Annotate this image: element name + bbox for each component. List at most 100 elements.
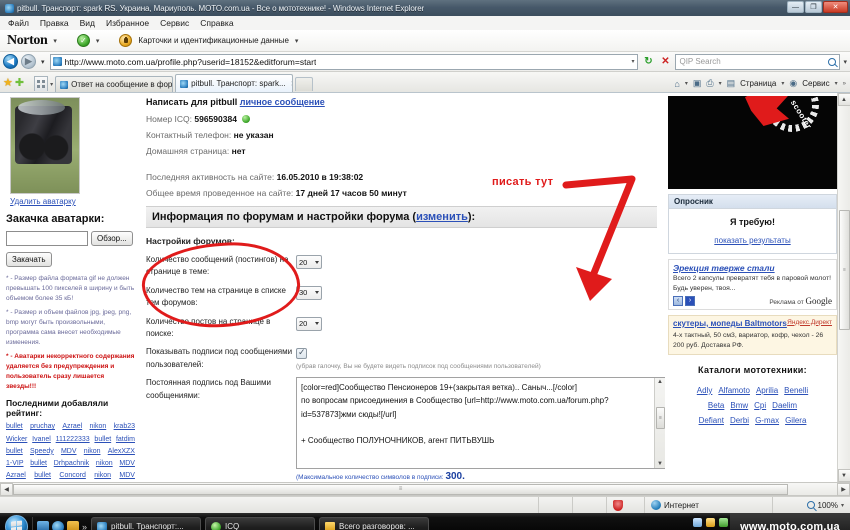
page-menu-icon[interactable]: ▤ bbox=[727, 78, 736, 89]
print-icon[interactable]: ⎙ bbox=[706, 78, 713, 89]
add-favorite-icon[interactable]: ✚ bbox=[15, 76, 24, 89]
quick-tabs-icon[interactable] bbox=[34, 76, 49, 91]
search-input[interactable]: QIP Search bbox=[675, 53, 841, 70]
personal-message-link[interactable]: личное сообщение bbox=[240, 97, 325, 107]
error-icon[interactable] bbox=[613, 499, 623, 511]
quicklaunch-folder-icon[interactable] bbox=[67, 520, 79, 530]
catalog-link[interactable]: Bmw bbox=[730, 398, 748, 413]
home-icon[interactable]: ⌂ bbox=[674, 79, 679, 89]
menu-item-view[interactable]: Вид bbox=[80, 18, 95, 28]
delete-avatar-link[interactable]: Удалить аватарку bbox=[10, 197, 135, 206]
yandex-direct-label[interactable]: Яндекс.Директ bbox=[787, 319, 832, 326]
rating-user-link[interactable]: MDV bbox=[119, 458, 135, 470]
menu-item-favorites[interactable]: Избранное bbox=[106, 18, 149, 28]
page-horizontal-scrollbar[interactable]: ◀ ≡ ▶ bbox=[0, 482, 850, 496]
quicklaunch-overflow-icon[interactable]: » bbox=[82, 522, 87, 530]
history-dropdown-caret[interactable]: ▾ bbox=[39, 58, 47, 66]
horizontal-scroll-thumb[interactable]: ≡ bbox=[13, 483, 788, 495]
rating-user-link[interactable]: 111222333 bbox=[56, 434, 90, 446]
page-vertical-scrollbar[interactable]: ▲ ≡ ▼ bbox=[837, 93, 850, 482]
rating-user-link[interactable]: bullet bbox=[6, 446, 23, 458]
yandex-ad-title[interactable]: скутеры, мопеды Baltmotors bbox=[673, 319, 787, 329]
tools-menu-caret[interactable]: ▾ bbox=[835, 80, 838, 87]
rating-user-link[interactable]: MDV bbox=[61, 446, 77, 458]
tray-icon-volume[interactable] bbox=[706, 518, 715, 527]
browse-button[interactable]: Обзор... bbox=[91, 231, 133, 246]
menu-item-tools[interactable]: Сервис bbox=[160, 18, 189, 28]
catalog-link[interactable]: Alfamoto bbox=[718, 383, 750, 398]
tab-reply-forum[interactable]: Ответ на сообщение в фор... bbox=[55, 76, 174, 92]
rating-user-link[interactable]: nikon bbox=[90, 421, 107, 433]
url-input[interactable]: http://www.moto.com.ua/profile.php?useri… bbox=[49, 53, 639, 70]
posts-in-search-select[interactable]: 20 bbox=[296, 316, 322, 331]
scroll-up-icon[interactable]: ▲ bbox=[657, 378, 663, 386]
tab-list-caret[interactable]: ▾ bbox=[50, 81, 53, 88]
taskbar-task-browser[interactable]: pitbull. Транспорт:... bbox=[91, 516, 202, 530]
quicklaunch-showdesktop-icon[interactable] bbox=[37, 520, 49, 530]
rating-user-link[interactable]: nikon bbox=[84, 446, 101, 458]
page-menu-caret[interactable]: ▾ bbox=[781, 80, 784, 87]
search-provider-caret[interactable]: ▾ bbox=[843, 58, 847, 66]
rating-user-link[interactable]: bullet bbox=[94, 434, 111, 446]
scroll-left-icon[interactable]: ◀ bbox=[0, 482, 13, 496]
show-signatures-checkbox[interactable] bbox=[296, 347, 307, 360]
menu-item-file[interactable]: Файл bbox=[8, 18, 29, 28]
start-button[interactable] bbox=[5, 515, 28, 530]
rating-user-link[interactable]: MDV bbox=[119, 470, 135, 482]
rating-user-link[interactable]: 1-VIP bbox=[6, 458, 24, 470]
quicklaunch-browser-icon[interactable] bbox=[52, 520, 64, 530]
avatar-file-input[interactable] bbox=[6, 231, 88, 246]
norton-cards-label[interactable]: Карточки и идентификационные данные bbox=[138, 36, 289, 45]
signature-scrollbar[interactable]: ▲ ≡ ▼ bbox=[654, 378, 665, 469]
rating-user-link[interactable]: Speedy bbox=[30, 446, 54, 458]
rating-user-link[interactable]: fatdim bbox=[116, 434, 135, 446]
tab-profile[interactable]: pitbull. Транспорт: spark... ✕ bbox=[175, 74, 294, 92]
back-button[interactable]: ◀ bbox=[3, 54, 18, 69]
rating-user-link[interactable]: krab23 bbox=[114, 421, 135, 433]
toolbar-overflow-icon[interactable]: » bbox=[843, 81, 846, 87]
yandex-ad[interactable]: скутеры, мопеды Baltmotors Яндекс.Директ… bbox=[668, 314, 837, 355]
catalog-link[interactable]: Gilera bbox=[785, 413, 806, 428]
zoom-caret-icon[interactable]: ▾ bbox=[841, 502, 844, 509]
tools-menu-label[interactable]: Сервис bbox=[802, 79, 829, 88]
norton-menu-caret[interactable]: ▾ bbox=[53, 37, 57, 45]
scroll-thumb[interactable]: ≡ bbox=[656, 406, 665, 429]
norton-status-icon[interactable]: ✓ bbox=[76, 34, 90, 47]
search-icon[interactable] bbox=[828, 57, 837, 66]
feeds-icon[interactable]: ▣ bbox=[693, 78, 702, 89]
taskbar-task-folder[interactable]: Всего разговоров: ... bbox=[319, 516, 430, 530]
zoom-cell[interactable]: 100% ▾ bbox=[772, 497, 850, 513]
catalog-link[interactable]: Beta bbox=[708, 398, 724, 413]
rating-user-link[interactable]: nikon bbox=[94, 470, 111, 482]
minimize-button[interactable]: — bbox=[787, 1, 804, 13]
catalog-link[interactable]: G-max bbox=[755, 413, 779, 428]
menu-item-help[interactable]: Справка bbox=[200, 18, 233, 28]
forward-button[interactable]: ▶ bbox=[21, 54, 36, 69]
google-ad-title[interactable]: Эрекция тверже стали bbox=[673, 263, 832, 273]
catalog-link[interactable]: Cpi bbox=[754, 398, 766, 413]
rating-user-link[interactable]: nikon bbox=[96, 458, 113, 470]
home-caret-icon[interactable]: ▾ bbox=[685, 80, 688, 87]
catalog-link[interactable]: Adly bbox=[697, 383, 713, 398]
tray-icon-network[interactable] bbox=[693, 518, 702, 527]
catalog-link[interactable]: Aprilia bbox=[756, 383, 778, 398]
taskbar-task-icq[interactable]: ICQ bbox=[205, 516, 316, 530]
scroll-up-icon[interactable]: ▲ bbox=[837, 93, 850, 106]
topics-per-page-select[interactable]: 30 bbox=[296, 285, 322, 300]
google-ad[interactable]: Эрекция тверже стали Всего 2 капсулы пре… bbox=[668, 259, 837, 310]
norton-cards-caret[interactable]: ▾ bbox=[295, 37, 299, 45]
ad-prev-button[interactable]: ‹ bbox=[673, 295, 683, 306]
scroll-down-icon[interactable]: ▼ bbox=[837, 469, 850, 482]
rating-user-link[interactable]: Ivanel bbox=[32, 434, 51, 446]
scroll-down-icon[interactable]: ▼ bbox=[657, 460, 663, 468]
poll-results-link[interactable]: показать результаты bbox=[714, 236, 790, 245]
catalog-link[interactable]: Benelli bbox=[784, 383, 808, 398]
favorites-star-icon[interactable]: ★ bbox=[3, 76, 13, 89]
scroll-right-icon[interactable]: ▶ bbox=[837, 482, 850, 496]
maximize-button[interactable]: ❐ bbox=[805, 1, 822, 13]
rating-user-link[interactable]: Azrael bbox=[6, 470, 26, 482]
rating-user-link[interactable]: AlexXZX bbox=[108, 446, 135, 458]
print-caret-icon[interactable]: ▾ bbox=[719, 80, 722, 87]
rating-user-link[interactable]: Wicker bbox=[6, 434, 27, 446]
catalog-link[interactable]: Defiant bbox=[699, 413, 724, 428]
